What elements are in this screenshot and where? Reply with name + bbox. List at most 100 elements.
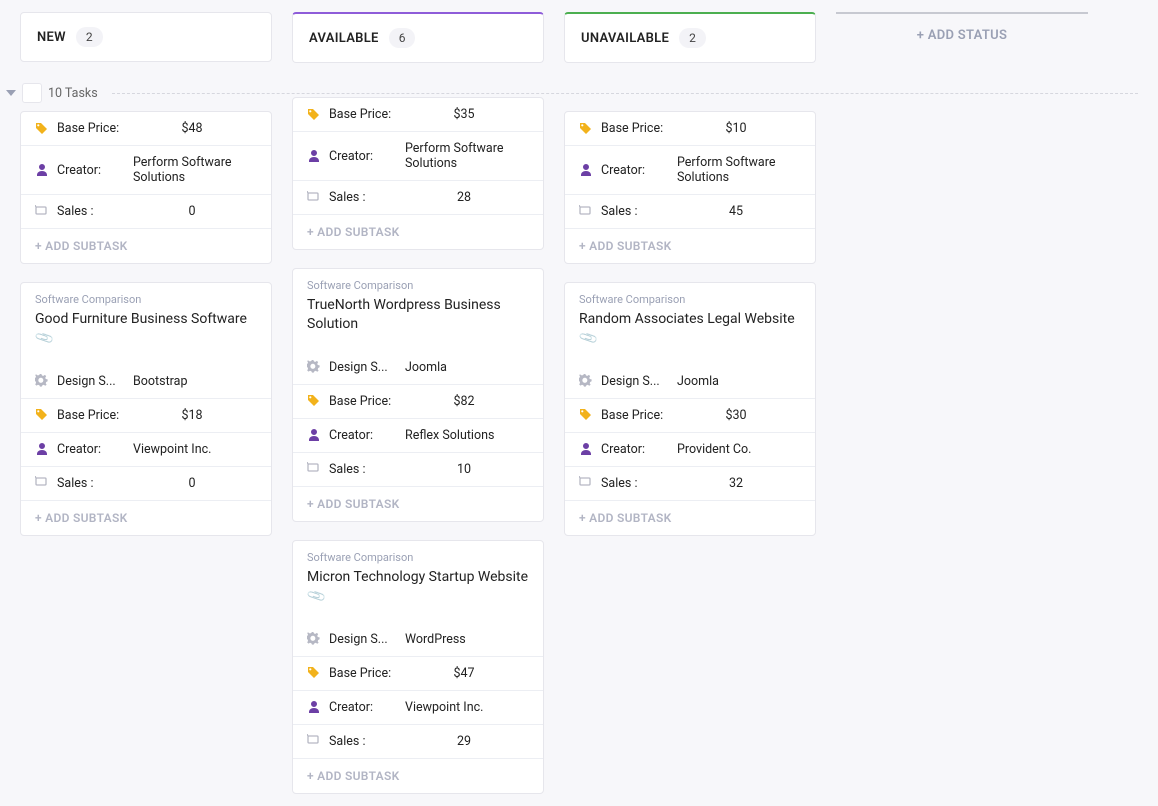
design-value: WordPress	[399, 632, 529, 647]
price-tag-icon	[307, 108, 321, 122]
creator-value: Provident Co.	[671, 442, 801, 457]
base-price-value: $18	[127, 408, 257, 423]
field-label: Creator:	[329, 149, 399, 164]
field-label: Sales :	[57, 204, 127, 219]
base-price-value: $47	[399, 666, 529, 681]
field-label: Base Price:	[601, 408, 671, 423]
field-label: Creator:	[601, 163, 671, 178]
creator-value: Reflex Solutions	[399, 428, 529, 443]
field-label: Design S...	[329, 632, 399, 647]
field-label: Design S...	[57, 374, 127, 389]
sales-value: 28	[399, 190, 529, 205]
field-label: Design S...	[601, 374, 671, 389]
card-tag: Software Comparison	[307, 279, 529, 292]
column-title: UNAVAILABLE	[581, 31, 669, 46]
field-label: Creator:	[329, 428, 399, 443]
price-tag-icon	[35, 122, 49, 136]
column-header-unavailable[interactable]: UNAVAILABLE 2	[564, 12, 816, 63]
card-title: Random Associates Legal Website 📎	[579, 310, 801, 348]
field-label: Design S...	[329, 360, 399, 375]
base-price-value: $30	[671, 408, 801, 423]
column-header-available[interactable]: AVAILABLE 6	[292, 12, 544, 63]
task-card[interactable]: Software Comparison Good Furniture Busin…	[20, 282, 272, 536]
column-count-badge: 2	[679, 28, 706, 48]
design-value: Bootstrap	[127, 374, 257, 389]
card-title: Good Furniture Business Software 📎	[35, 310, 257, 348]
field-label: Base Price:	[329, 394, 399, 409]
creator-value: Viewpoint Inc.	[127, 442, 257, 457]
card-tag: Software Comparison	[35, 293, 257, 306]
add-subtask-button[interactable]: + ADD SUBTASK	[565, 500, 815, 535]
column-unavailable: UNAVAILABLE 2	[564, 12, 816, 63]
sales-value: 0	[127, 476, 257, 491]
field-label: Base Price:	[601, 121, 671, 136]
card-tag: Software Comparison	[579, 293, 801, 306]
collapse-caret-icon[interactable]	[6, 90, 16, 96]
column-available: AVAILABLE 6	[292, 12, 544, 63]
add-subtask-button[interactable]: + ADD SUBTASK	[21, 500, 271, 535]
paperclip-icon: 📎	[578, 327, 601, 350]
add-subtask-button[interactable]: + ADD SUBTASK	[293, 758, 543, 793]
user-icon	[579, 163, 593, 177]
add-subtask-button[interactable]: + ADD SUBTASK	[293, 486, 543, 521]
field-label: Base Price:	[329, 107, 399, 122]
field-label: Base Price:	[329, 666, 399, 681]
base-price-value: $82	[399, 394, 529, 409]
creator-value: Perform Software Solutions	[399, 141, 529, 171]
cart-icon	[35, 205, 49, 219]
gear-icon	[307, 360, 321, 374]
card-tag: Software Comparison	[307, 551, 529, 564]
base-price-value: $35	[399, 107, 529, 122]
field-label: Creator:	[57, 163, 127, 178]
card-stack-new: Base Price: $48 Creator: Perform Softwar…	[20, 111, 272, 536]
card-title: Micron Technology Startup Website 📎	[307, 568, 529, 606]
sales-value: 45	[671, 204, 801, 219]
task-card[interactable]: Software Comparison Micron Technology St…	[292, 540, 544, 794]
column-count-badge: 6	[389, 28, 416, 48]
user-icon	[307, 428, 321, 442]
card-stack-unavailable: Base Price: $10 Creator: Perform Softwar…	[564, 111, 816, 536]
field-label: Sales :	[601, 476, 671, 491]
gear-icon	[579, 374, 593, 388]
task-card[interactable]: Software Comparison Random Associates Le…	[564, 282, 816, 536]
task-card[interactable]: Base Price: $35 Creator: Perform Softwar…	[292, 97, 544, 250]
add-status-button[interactable]: + ADD STATUS	[836, 12, 1088, 57]
cart-icon	[579, 476, 593, 490]
task-card[interactable]: Base Price: $10 Creator: Perform Softwar…	[564, 111, 816, 264]
creator-value: Perform Software Solutions	[127, 155, 257, 185]
paperclip-icon: 📎	[34, 327, 57, 350]
price-tag-icon	[579, 408, 593, 422]
user-icon	[307, 700, 321, 714]
cards-row: Base Price: $48 Creator: Perform Softwar…	[20, 111, 1138, 794]
swimlane-label: 10 Tasks	[48, 86, 98, 101]
cart-icon	[307, 462, 321, 476]
task-card[interactable]: Software Comparison TrueNorth Wordpress …	[292, 268, 544, 522]
cart-icon	[307, 191, 321, 205]
sales-value: 0	[127, 204, 257, 219]
column-new: NEW 2	[20, 12, 272, 62]
field-label: Sales :	[329, 190, 399, 205]
column-header-new[interactable]: NEW 2	[20, 12, 272, 62]
creator-value: Perform Software Solutions	[671, 155, 801, 185]
add-subtask-button[interactable]: + ADD SUBTASK	[21, 228, 271, 263]
add-subtask-button[interactable]: + ADD SUBTASK	[293, 214, 543, 249]
user-icon	[307, 149, 321, 163]
cart-icon	[35, 476, 49, 490]
field-label: Creator:	[57, 442, 127, 457]
add-subtask-button[interactable]: + ADD SUBTASK	[565, 228, 815, 263]
swimlane-divider	[112, 93, 1138, 94]
creator-value: Viewpoint Inc.	[399, 700, 529, 715]
price-tag-icon	[579, 122, 593, 136]
swimlane-color-box[interactable]	[22, 83, 42, 103]
user-icon	[579, 442, 593, 456]
field-label: Base Price:	[57, 121, 127, 136]
field-label: Sales :	[57, 476, 127, 491]
user-icon	[35, 442, 49, 456]
task-card[interactable]: Base Price: $48 Creator: Perform Softwar…	[20, 111, 272, 264]
gear-icon	[35, 374, 49, 388]
sales-value: 10	[399, 462, 529, 477]
price-tag-icon	[307, 666, 321, 680]
user-icon	[35, 163, 49, 177]
cart-icon	[307, 734, 321, 748]
base-price-value: $48	[127, 121, 257, 136]
